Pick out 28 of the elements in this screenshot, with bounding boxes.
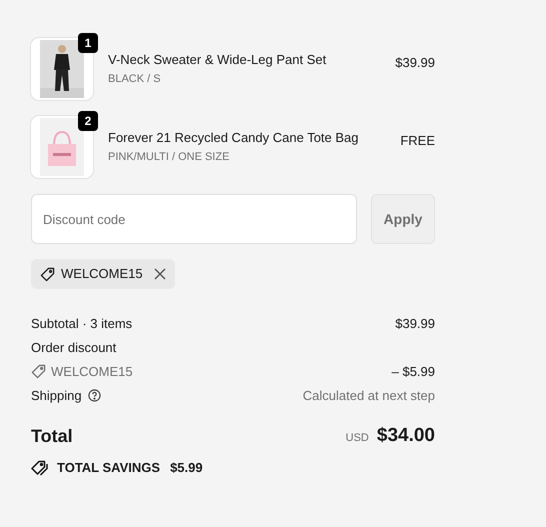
total-savings-value: $5.99 [170,459,203,477]
total-amount: $34.00 [376,424,435,448]
product-price: FREE [400,132,435,150]
discount-code: WELCOME15 [51,362,133,380]
shipping-value: Calculated at next step [302,386,435,405]
discount-code-field[interactable]: Discount code [31,194,357,244]
quantity-badge: 1 [78,33,98,53]
discount-label: Order discount [31,338,116,356]
shipping-label: Shipping [31,386,82,405]
subtotal-value: $39.99 [395,314,435,332]
product-variant: BLACK / S [108,72,162,87]
total-savings-label: TOTAL SAVINGS [57,459,160,477]
currency-code: USD [346,430,369,446]
tag-icon [40,266,55,282]
tag-icon [31,364,46,379]
close-icon[interactable] [154,268,166,280]
apply-button[interactable]: Apply [371,194,435,244]
product-variant: PINK/MULTI / ONE SIZE [108,150,230,165]
quantity-badge: 2 [78,111,98,131]
discount-code: WELCOME15 [61,265,143,284]
subtotal-label: Subtotal · 3 items [31,314,132,332]
total-label: Total [31,425,73,448]
discount-amount: – $5.99 [392,362,435,380]
tags-icon [31,460,49,476]
product-name: Forever 21 Recycled Candy Cane Tote Bag [108,128,360,147]
product-price: $39.99 [395,54,435,72]
help-icon[interactable] [88,388,101,402]
product-name: V-Neck Sweater & Wide-Leg Pant Set [108,50,328,69]
